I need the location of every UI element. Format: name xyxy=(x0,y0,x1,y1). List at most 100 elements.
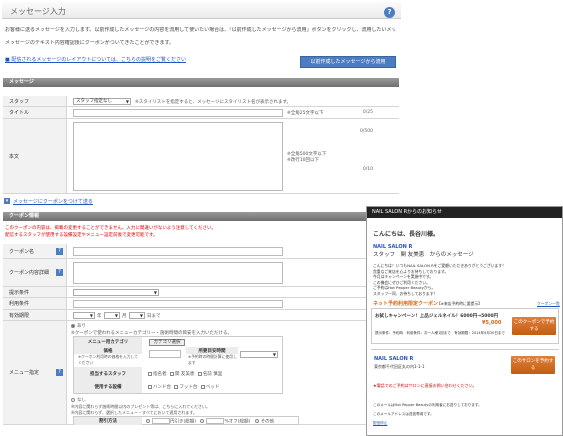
email-greeting: こんにちは、長谷川様。 xyxy=(373,231,440,238)
category-head: メニュー用カテゴリ xyxy=(74,337,142,347)
condition-row: 提示条件 ▼ xyxy=(3,287,399,298)
menu-detail-table: メニュー用カテゴリ カテゴリ選択 価格 ※クーポン利用時の価格を入力してください… xyxy=(73,336,283,394)
time-note: ※予約時の時間計算に使用します xyxy=(188,354,237,365)
add-coupon-link[interactable]: メッセージにクーポンをつけて送る xyxy=(13,198,93,205)
staff-hint: ※スタイリストを指定すると、メッセージにスタイリスト名が表示されます。 xyxy=(135,100,292,105)
email-staff-message: スタッフ 関 友美恵 からのメッセージ xyxy=(373,252,474,258)
discount-head: 割引方法 xyxy=(74,417,142,425)
time-head: 所要目安時間 xyxy=(186,347,238,354)
radio-icon[interactable] xyxy=(146,419,150,423)
equipment-checkboxes: ハンド台 フット台 ベッド xyxy=(146,384,219,390)
chevron-down-icon: ▼ xyxy=(272,352,276,357)
coupon-detail-label: クーポン内容詳細? xyxy=(3,259,67,286)
coupon-note: 【※来店予約時に要提示】 xyxy=(437,301,482,306)
staff-checkboxes: 指名者 関 友美恵 名前 慎里 xyxy=(146,371,222,377)
period-label: 有効期限 xyxy=(3,310,67,320)
menu-row: メニュー指定? あり ※クーポンで使われるメニューカテゴリー・施術時間の目安を入… xyxy=(3,321,399,425)
coupon-title: ネット予約利用限定クーポン xyxy=(373,301,439,307)
menu-label: メニュー指定? xyxy=(3,321,67,424)
title-label: タイトル xyxy=(3,107,67,118)
body-hint-2: ※改行10回以下 xyxy=(287,158,319,163)
equipment-head: 使用する設備 xyxy=(74,380,142,393)
page-header: メッセージ入力 ? xyxy=(2,2,401,19)
coupon-name-row: クーポン名? xyxy=(3,244,399,259)
email-header: NAIL SALON Rからのお知らせ xyxy=(367,207,562,218)
coupon-warning-2: 配信するスタッフが使用する設備設定やメニュー設定前後で変更可能です。 xyxy=(5,233,158,238)
staff-head: 担当するスタッフ xyxy=(74,367,142,380)
time-select[interactable]: ▼ xyxy=(240,351,278,358)
year-suffix: 年 xyxy=(97,314,102,319)
intro-text-2: メッセージのテキスト内容確認後にクーポンがついてきたことができます。 xyxy=(5,40,174,46)
usage-input[interactable] xyxy=(73,300,283,308)
help-icon[interactable]: ? xyxy=(56,369,63,376)
chevron-down-icon: ▼ xyxy=(114,313,118,318)
menu-yes-option[interactable]: あり xyxy=(71,323,86,329)
chevron-down-icon: ▼ xyxy=(139,313,143,318)
chevron-down-icon: ▼ xyxy=(125,99,129,104)
menu-no-option[interactable]: なし xyxy=(71,397,86,403)
staff-row: スタッフ スタッフ指定なし ▼ ※スタイリストを指定すると、メッセージにスタイリス… xyxy=(3,96,399,107)
checkbox-icon[interactable] xyxy=(148,384,152,389)
coupon-name: お試しキャンペーン！上品ジェルネイル！6000円→5000円 xyxy=(375,314,499,319)
checkbox-icon[interactable] xyxy=(148,371,152,376)
coupon-detail-textarea[interactable] xyxy=(73,262,283,284)
coupon-card: お試しキャンペーン！上品ジェルネイル！6000円→5000円 ¥5,000 提示… xyxy=(371,308,559,344)
body-textarea[interactable] xyxy=(73,122,283,191)
body-label: 本文 xyxy=(3,119,67,193)
day-select[interactable]: ▼ xyxy=(129,312,145,319)
price-head: 価格 xyxy=(74,347,142,354)
period-row: 有効期限 ▼ 年 ▼ 月 ▼ 日まで xyxy=(3,310,399,321)
title-input[interactable] xyxy=(73,109,283,117)
chevron-down-icon: ▼ xyxy=(89,313,93,318)
intro-text: お客様に送るメッセージを入力します。以前作成したメッセージの内容を流用して使いた… xyxy=(5,27,395,33)
body-row: 本文 ※全角500文字以下 ※改行10回以下 0/500 0/10 xyxy=(3,119,399,194)
coupon-detail: 提示条件：予約時 利用条件：お一人様1回まで 有効期限：2014年9月30日まで xyxy=(375,331,505,335)
price-input[interactable] xyxy=(149,350,181,358)
radio-icon[interactable] xyxy=(71,397,75,402)
shop2-name: NAIL SALON R xyxy=(374,356,414,362)
usage-row: 利用条件 xyxy=(3,298,399,310)
radio-icon[interactable] xyxy=(200,419,205,423)
reserve-salon-button[interactable]: このサロンを予約する xyxy=(511,356,555,374)
unsubscribe-link[interactable]: 配信停止 xyxy=(373,421,387,426)
checkbox-icon[interactable] xyxy=(174,384,179,389)
radio-icon[interactable] xyxy=(71,323,75,328)
email-footer-2: このメールアドレスは送信専用です。 xyxy=(373,412,434,416)
checkbox-icon[interactable] xyxy=(169,371,174,376)
help-icon[interactable]: ? xyxy=(56,247,63,255)
category-select-button[interactable]: カテゴリ選択 xyxy=(149,339,185,346)
help-icon[interactable]: ? xyxy=(384,7,395,18)
coupon-price: ¥5,000 xyxy=(482,320,502,326)
year-select[interactable]: ▼ xyxy=(73,312,95,319)
email-body: こんにちは！いつもNAIL SALON Rをご愛顧いただきありがとうございます！… xyxy=(373,263,506,296)
checkbox-icon[interactable] xyxy=(200,384,205,389)
layout-help-link[interactable]: ■ 配信されるメッセージのレイアウトについては、こちらの説明をご覧ください xyxy=(5,56,186,63)
price-note: ※クーポン利用時の価格を入力してください xyxy=(78,354,139,365)
email-footer-1: このメールはHot Pepper Beautyの利用者にお送りしております。 xyxy=(373,403,482,407)
condition-select[interactable]: ▼ xyxy=(73,289,159,296)
coupon-list-link[interactable]: クーポン一覧 xyxy=(537,301,560,307)
discount-yen-input[interactable] xyxy=(152,418,170,424)
title-hint: ※全角25文字以下 xyxy=(287,111,324,116)
chevron-down-icon: ▼ xyxy=(153,290,157,295)
help-icon[interactable]: ? xyxy=(56,269,63,276)
staff-label: スタッフ xyxy=(3,96,67,106)
page-title: メッセージ入力 xyxy=(10,7,66,16)
staff-select[interactable]: スタッフ指定なし ▼ xyxy=(73,98,131,105)
checkbox-icon[interactable] xyxy=(197,371,202,376)
email-preview: NAIL SALON Rからのお知らせ こんにちは、長谷川様。 NAIL SAL… xyxy=(366,206,563,436)
discount-percent-input[interactable] xyxy=(206,418,225,424)
discount-options: 円引き(総額) %オフ(総額) その他 xyxy=(146,418,274,425)
shop2-address: 東京都千代田区丸の内1-1-1 xyxy=(374,364,425,369)
body-count: 0/500 xyxy=(360,129,373,134)
coupon-name-input[interactable] xyxy=(73,247,283,256)
coupon-section-header: クーポン情報 xyxy=(3,212,399,221)
month-select[interactable]: ▼ xyxy=(104,312,120,319)
toggle-icon[interactable]: ▾ xyxy=(4,198,10,204)
body-line-count: 0/10 xyxy=(362,167,373,172)
copy-previous-message-button[interactable]: 以前作成したメッセージから流用 xyxy=(300,56,396,68)
coupon-detail-row: クーポン内容詳細? xyxy=(3,259,399,287)
message-section-header: メッセージ xyxy=(3,78,399,87)
radio-icon[interactable] xyxy=(254,419,259,423)
reserve-coupon-button[interactable]: このクーポンで予約する xyxy=(512,317,556,335)
